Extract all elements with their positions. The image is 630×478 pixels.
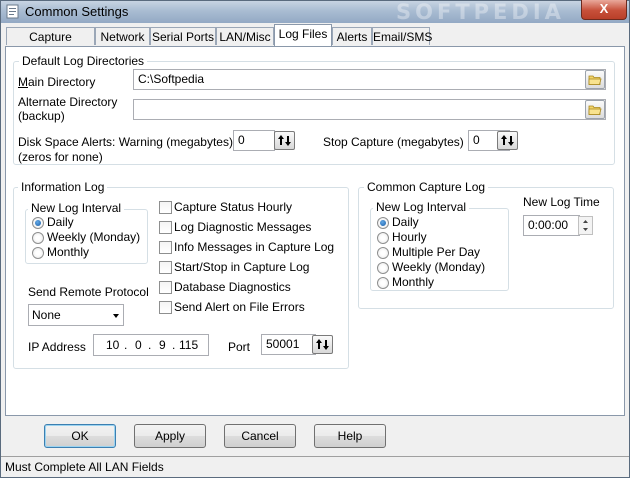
main-directory-input[interactable]: C:\Softpedia [133,69,606,90]
tab-capture-logging[interactable]: Capture Logging [6,27,95,62]
folder-icon [588,75,602,85]
new-log-time-label: New Log Time [523,195,600,209]
chevron-up-icon [583,220,588,223]
alternate-directory-input[interactable] [133,99,606,120]
information-log-legend: Information Log [18,180,108,194]
send-alert-file-errors-checkbox[interactable] [159,301,172,314]
info-interval-daily-radio[interactable] [32,217,44,229]
alternate-directory-label: Alternate Directory [18,95,118,109]
info-new-log-interval-legend: New Log Interval [28,201,125,215]
tab-log-files[interactable]: Log Files [274,24,332,46]
ip-octet-2: 0 [135,338,142,352]
close-button[interactable]: X [581,0,627,20]
tab-lan-misc[interactable]: LAN/Misc [216,27,274,45]
chevron-down-icon [583,228,588,231]
help-button[interactable]: Help [314,424,386,448]
ip-octet-1: 10 [106,338,120,352]
disk-warning-input[interactable]: 0 [233,130,275,151]
info-interval-weekly-radio[interactable] [32,232,44,244]
folder-icon [588,105,602,115]
new-log-time-input[interactable]: 0:00:00 [523,215,580,236]
capture-interval-hourly-label: Hourly [392,230,427,244]
main-directory-browse-button[interactable] [585,70,605,89]
info-interval-daily-label: Daily [47,215,74,229]
capture-new-log-interval-legend: New Log Interval [373,200,470,214]
alternate-directory-browse-button[interactable] [585,100,605,119]
tab-alerts[interactable]: Alerts [332,27,372,45]
capture-interval-monthly-radio[interactable] [377,277,389,289]
disk-warning-spin-button[interactable] [274,131,295,150]
send-remote-protocol-value: None [32,308,61,322]
capture-interval-multiple-radio[interactable] [377,247,389,259]
ip-dot: . [148,338,152,352]
port-spin-button[interactable] [312,335,333,354]
ok-button[interactable]: OK [44,424,116,448]
cancel-button[interactable]: Cancel [224,424,296,448]
status-bar: Must Complete All LAN Fields [1,456,629,477]
tab-email-sms[interactable]: Email/SMS [372,27,432,45]
ip-dot: . [172,338,176,352]
send-alert-file-errors-label: Send Alert on File Errors [174,300,305,314]
up-down-arrows-icon [316,339,329,350]
capture-interval-multiple-label: Multiple Per Day [392,245,481,259]
chevron-down-icon [113,314,119,318]
capture-status-hourly-checkbox[interactable] [159,201,172,214]
port-label: Port [228,340,251,354]
capture-interval-weekly-radio[interactable] [377,262,389,274]
ip-address-input[interactable]: 10 . 0 . 9 . 115 [93,334,209,356]
capture-interval-weekly-label: Weekly (Monday) [392,260,486,274]
title-bar[interactable]: Common Settings SOFTPEDIA X [1,0,629,24]
info-interval-monthly-label: Monthly [47,245,90,259]
database-diagnostics-checkbox[interactable] [159,281,172,294]
status-text: Must Complete All LAN Fields [5,460,164,474]
zeros-for-none-label: (zeros for none) [18,150,103,164]
ip-dot: . [124,338,128,352]
main-directory-label: Main Directory [18,75,96,89]
stop-capture-spin-button[interactable] [497,131,518,150]
up-down-arrows-icon [278,135,291,146]
apply-button[interactable]: Apply [134,424,206,448]
log-diagnostic-messages-label: Log Diagnostic Messages [174,220,312,234]
start-stop-checkbox[interactable] [159,261,172,274]
window-title: Common Settings [25,4,129,19]
start-stop-label: Start/Stop in Capture Log [174,260,310,274]
up-down-arrows-icon [501,135,514,146]
capture-interval-daily-label: Daily [392,215,419,229]
disk-space-alerts-label: Disk Space Alerts: Warning (megabytes) [18,135,233,149]
capture-interval-daily-radio[interactable] [377,217,389,229]
ip-octet-3: 9 [159,338,166,352]
capture-status-hourly-label: Capture Status Hourly [174,200,293,214]
settings-window: Common Settings SOFTPEDIA X Capture Logg… [0,0,630,478]
log-diagnostic-messages-checkbox[interactable] [159,221,172,234]
log-files-page: Default Log Directories Main Directory C… [5,46,625,416]
common-capture-log-legend: Common Capture Log [364,180,489,194]
port-input[interactable]: 50001 [261,334,316,355]
app-icon [6,4,19,19]
info-interval-monthly-radio[interactable] [32,247,44,259]
ip-octet-4: 115 [179,338,199,352]
tab-network[interactable]: Network [95,27,150,45]
send-remote-protocol-select[interactable]: None [28,304,124,326]
new-log-time-updown[interactable] [578,216,593,235]
send-remote-protocol-label: Send Remote Protocol [28,285,149,299]
main-directory-label-text: ain Directory [28,75,96,89]
stop-capture-label: Stop Capture (megabytes) [323,135,464,149]
info-messages-label: Info Messages in Capture Log [174,240,335,254]
default-log-directories-legend: Default Log Directories [19,54,148,68]
capture-interval-hourly-radio[interactable] [377,232,389,244]
watermark-logo: SOFTPEDIA [396,0,565,24]
tab-serial-ports[interactable]: Serial Ports [150,27,216,45]
ip-address-label: IP Address [28,340,86,354]
info-messages-checkbox[interactable] [159,241,172,254]
info-interval-weekly-label: Weekly (Monday) [47,230,141,244]
database-diagnostics-label: Database Diagnostics [174,280,291,294]
capture-interval-monthly-label: Monthly [392,275,435,289]
alternate-directory-backup-label: (backup) [18,109,65,123]
